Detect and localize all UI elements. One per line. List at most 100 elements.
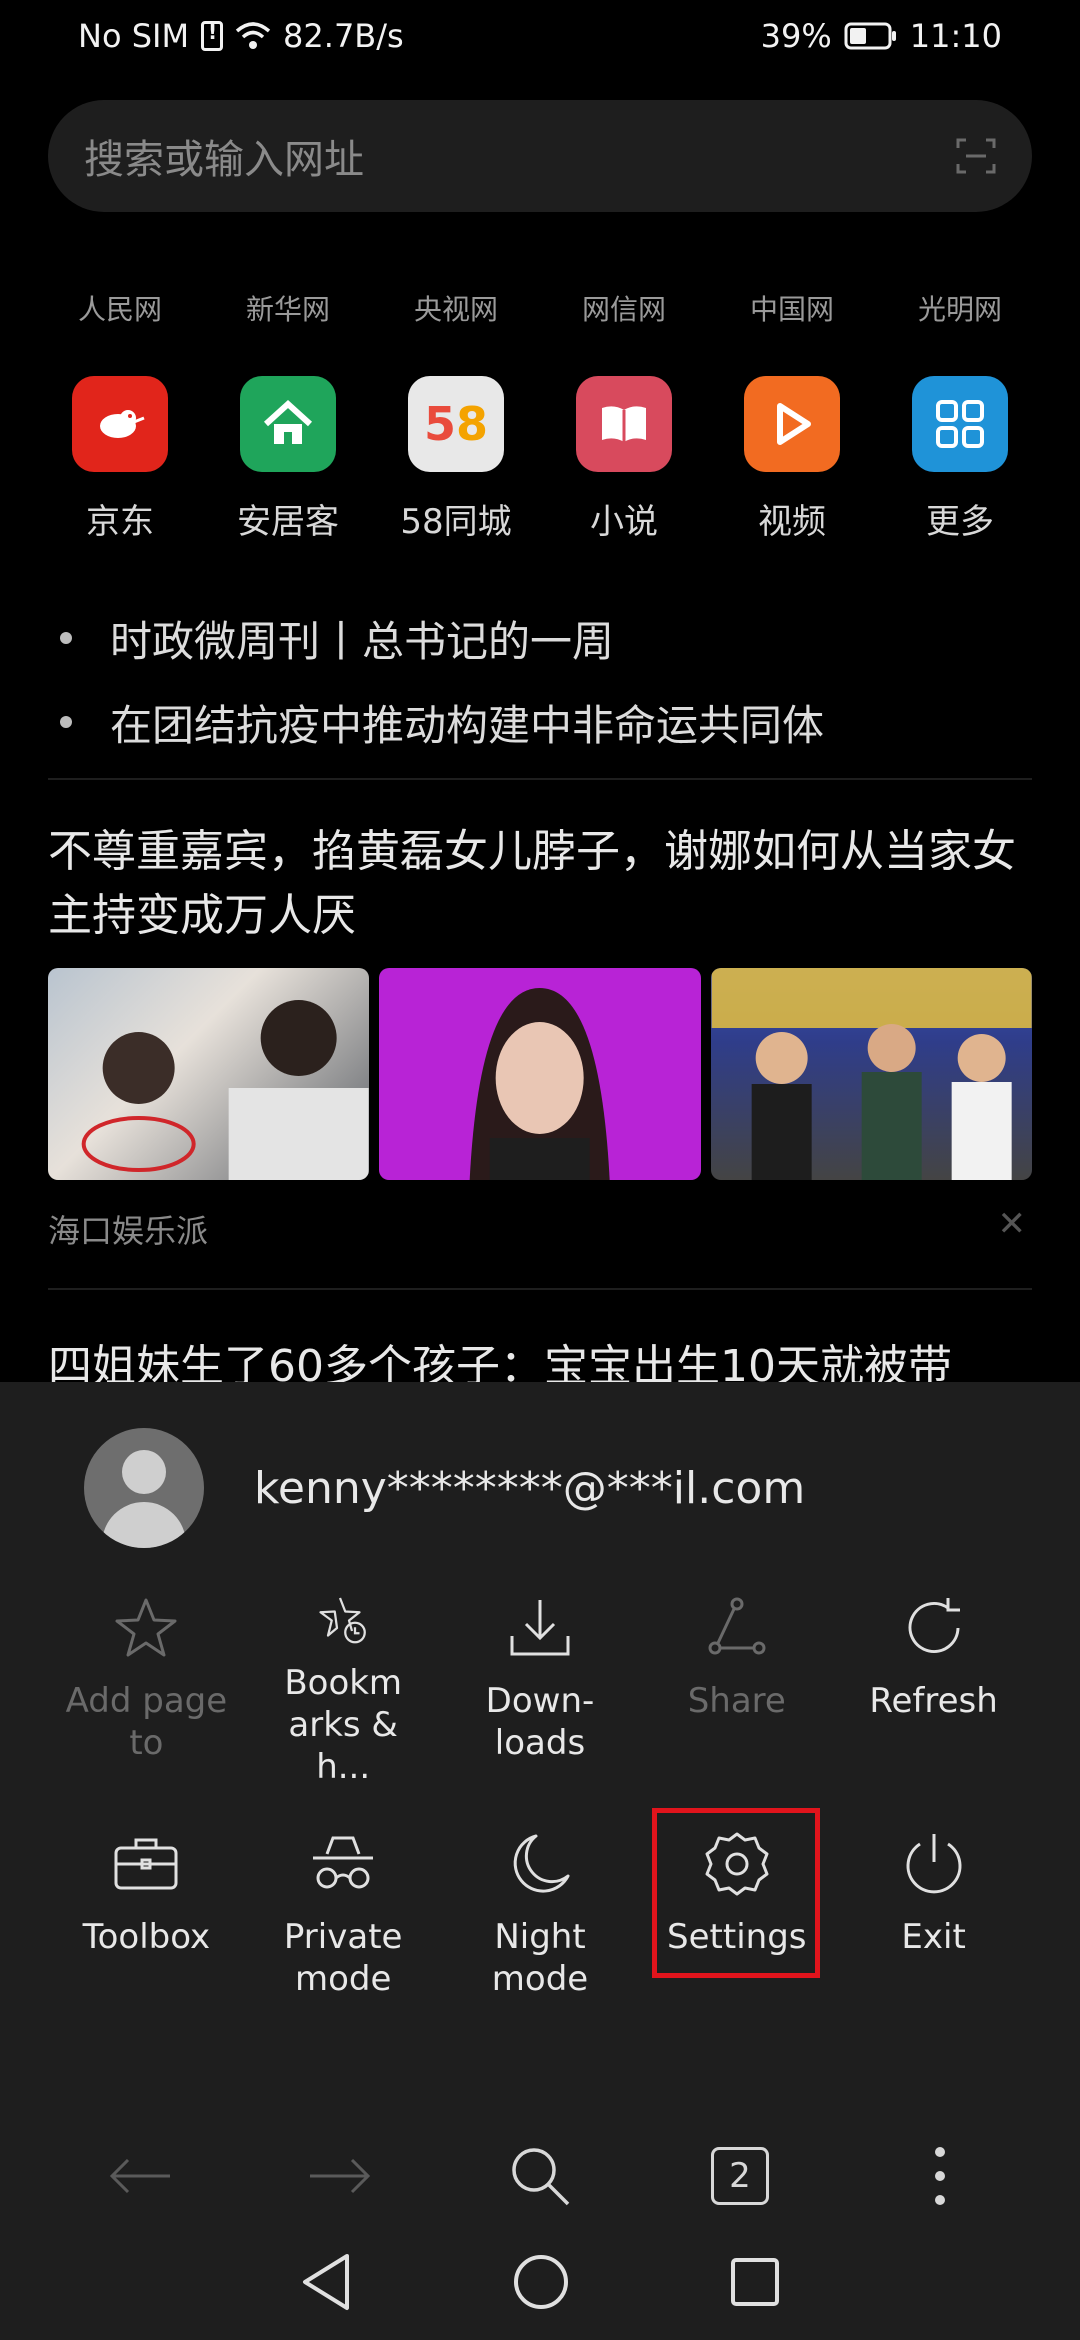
anjuke-icon	[240, 376, 336, 472]
article-thumbnails[interactable]	[48, 968, 1032, 1180]
menu-label: Night mode	[491, 1917, 589, 1999]
menu-label: Add page to	[65, 1681, 228, 1763]
more-options-button[interactable]	[900, 2136, 980, 2216]
nav-recents-icon[interactable]	[729, 2256, 781, 2308]
tabs-button[interactable]: 2	[700, 2136, 780, 2216]
bookmark-history-icon	[319, 1597, 367, 1644]
app-58[interactable]: 58 58同城	[372, 376, 540, 543]
app-label: 更多	[926, 502, 994, 542]
thumbnail-image	[379, 968, 701, 1180]
battery-icon	[844, 22, 898, 50]
scan-icon[interactable]	[956, 136, 996, 176]
novel-icon	[576, 376, 672, 472]
star-icon	[115, 1598, 177, 1657]
wifi-icon	[235, 21, 271, 51]
menu-label: Refresh	[869, 1681, 998, 1721]
exit-button[interactable]: Exit	[835, 1828, 1032, 2024]
video-icon	[744, 376, 840, 472]
search-button[interactable]	[500, 2136, 580, 2216]
headline-item[interactable]: 在团结抗疫中推动构建中非命运共同体	[60, 680, 1040, 764]
58-icon: 58	[408, 376, 504, 472]
account-email: kenny********@***il.com	[254, 1462, 806, 1514]
thumbnail-image	[48, 968, 370, 1180]
app-video[interactable]: 视频	[708, 376, 876, 543]
menu-label: Share	[687, 1681, 786, 1721]
back-button[interactable]	[100, 2136, 180, 2216]
power-icon	[906, 1834, 962, 1894]
settings-button[interactable]: Settings	[638, 1808, 835, 2024]
menu-label: Private mode	[283, 1917, 403, 1999]
news-link[interactable]: 人民网	[36, 288, 204, 328]
more-vert-icon	[935, 2147, 945, 2205]
headline-text: 在团结抗疫中推动构建中非命运共同体	[110, 700, 825, 750]
app-label: 安居客	[237, 502, 339, 542]
bookmarks-history-button[interactable]: Bookm arks & h...	[245, 1592, 442, 1788]
menu-label: Toolbox	[82, 1917, 211, 1957]
download-icon	[510, 1600, 570, 1656]
battery-percent: 39%	[760, 17, 832, 55]
bullet-icon	[60, 716, 72, 728]
account-row[interactable]: kenny********@***il.com	[84, 1428, 805, 1548]
article-title[interactable]: 不尊重嘉宾，掐黄磊女儿脖子，谢娜如何从当家女主持变成万人厌	[48, 820, 1032, 948]
nav-back-icon[interactable]	[299, 2252, 353, 2312]
news-link[interactable]: 网信网	[540, 288, 708, 328]
app-more[interactable]: 更多	[876, 376, 1044, 543]
app-label: 58同城	[400, 502, 512, 542]
share-button[interactable]: Share	[638, 1592, 835, 1788]
toolbox-button[interactable]: Toolbox	[48, 1828, 245, 2024]
clock: 11:10	[909, 17, 1002, 55]
news-links: 人民网 新华网 央视网 网信网 中国网 光明网	[0, 288, 1080, 328]
sim-alert-icon	[201, 20, 224, 51]
menu-label: Bookm arks & h...	[284, 1663, 403, 1787]
article-source: 海口娱乐派	[48, 1212, 209, 1250]
app-novel[interactable]: 小说	[540, 376, 708, 543]
arrow-right-icon	[310, 2158, 371, 2194]
downloads-button[interactable]: Down- loads	[442, 1592, 639, 1788]
moon-icon	[513, 1834, 570, 1893]
app-label: 小说	[590, 502, 658, 542]
divider	[48, 778, 1032, 780]
toolbox-icon	[114, 1838, 178, 1890]
arrow-left-icon	[109, 2158, 170, 2194]
news-link[interactable]: 新华网	[204, 288, 372, 328]
network-speed: 82.7B/s	[283, 17, 404, 55]
news-link[interactable]: 中国网	[708, 288, 876, 328]
search-bar[interactable]: 搜索或输入网址	[48, 100, 1032, 212]
avatar[interactable]	[84, 1428, 204, 1548]
app-shortcuts: 京东 安居客 58 58同城 小说 视频 更多	[36, 376, 1044, 543]
refresh-button[interactable]: Refresh	[835, 1592, 1032, 1788]
refresh-icon	[908, 1598, 960, 1653]
browser-menu-sheet: kenny********@***il.com Add page to Book…	[0, 1382, 1080, 2340]
news-link[interactable]: 光明网	[876, 288, 1044, 328]
search-icon	[512, 2148, 570, 2206]
divider	[48, 1288, 1032, 1290]
menu-label: Down- loads	[485, 1681, 595, 1763]
highlight-box	[652, 1808, 821, 1978]
close-icon[interactable]: ✕	[998, 1204, 1027, 1244]
private-mode-button[interactable]: Private mode	[245, 1828, 442, 2024]
incognito-icon	[313, 1836, 374, 1889]
thumbnail-image	[710, 968, 1032, 1180]
menu-label: Exit	[901, 1917, 966, 1957]
headline-item[interactable]: 时政微周刊丨总书记的一周	[60, 596, 1040, 680]
app-label: 视频	[758, 502, 826, 542]
app-label: 京东	[86, 502, 154, 542]
add-page-button[interactable]: Add page to	[48, 1592, 245, 1788]
search-input[interactable]: 搜索或输入网址	[84, 127, 956, 185]
news-link[interactable]: 央视网	[372, 288, 540, 328]
status-bar: No SIM 82.7B/s 39% 11:10	[0, 0, 1080, 72]
menu-grid: Add page to Bookm arks & h... Down- load…	[48, 1592, 1032, 2024]
night-mode-button[interactable]: Night mode	[442, 1828, 639, 2024]
headline-list: 时政微周刊丨总书记的一周 在团结抗疫中推动构建中非命运共同体	[60, 596, 1040, 764]
tab-count: 2	[711, 2147, 769, 2205]
headline-text: 时政微周刊丨总书记的一周	[110, 616, 615, 666]
more-icon	[912, 376, 1008, 472]
carrier-text: No SIM	[78, 17, 190, 55]
browser-toolbar: 2	[0, 2126, 1080, 2226]
nav-home-icon[interactable]	[512, 2253, 570, 2311]
jd-icon	[72, 376, 168, 472]
share-icon	[708, 1597, 766, 1655]
app-anjuke[interactable]: 安居客	[204, 376, 372, 543]
app-jd[interactable]: 京东	[36, 376, 204, 543]
forward-button[interactable]	[300, 2136, 380, 2216]
